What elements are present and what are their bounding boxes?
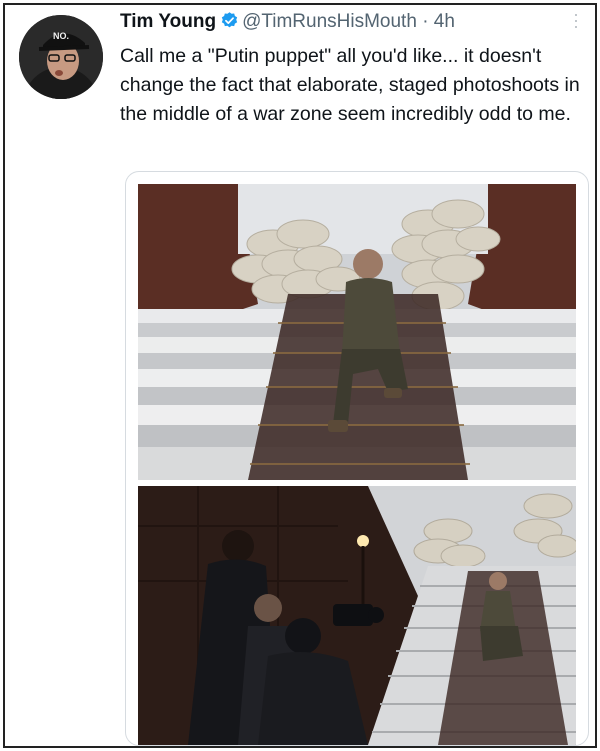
more-options-icon[interactable]: · · ·: [571, 5, 581, 35]
photo-staircase-seated[interactable]: [138, 184, 576, 480]
avatar-photo: NO.: [19, 15, 103, 99]
tweet-timestamp[interactable]: 4h: [434, 11, 455, 32]
author-handle[interactable]: @TimRunsHisMouth: [242, 11, 417, 32]
tweet-header: Tim Young @TimRunsHisMouth · 4h: [120, 11, 455, 33]
tweet-text: Call me a "Putin puppet" all you'd like.…: [120, 45, 580, 125]
avatar-cap-text: NO.: [53, 31, 69, 41]
author-avatar[interactable]: NO.: [19, 15, 103, 99]
separator-dot: ·: [422, 11, 429, 32]
author-name[interactable]: Tim Young: [120, 11, 216, 32]
verified-badge-icon: [220, 11, 239, 30]
photo-behind-the-scenes[interactable]: [138, 486, 576, 745]
screenshot-frame: NO. Tim Young @TimRunsHisMouth · 4h · · · C…: [3, 3, 597, 748]
media-grid: [125, 171, 589, 746]
